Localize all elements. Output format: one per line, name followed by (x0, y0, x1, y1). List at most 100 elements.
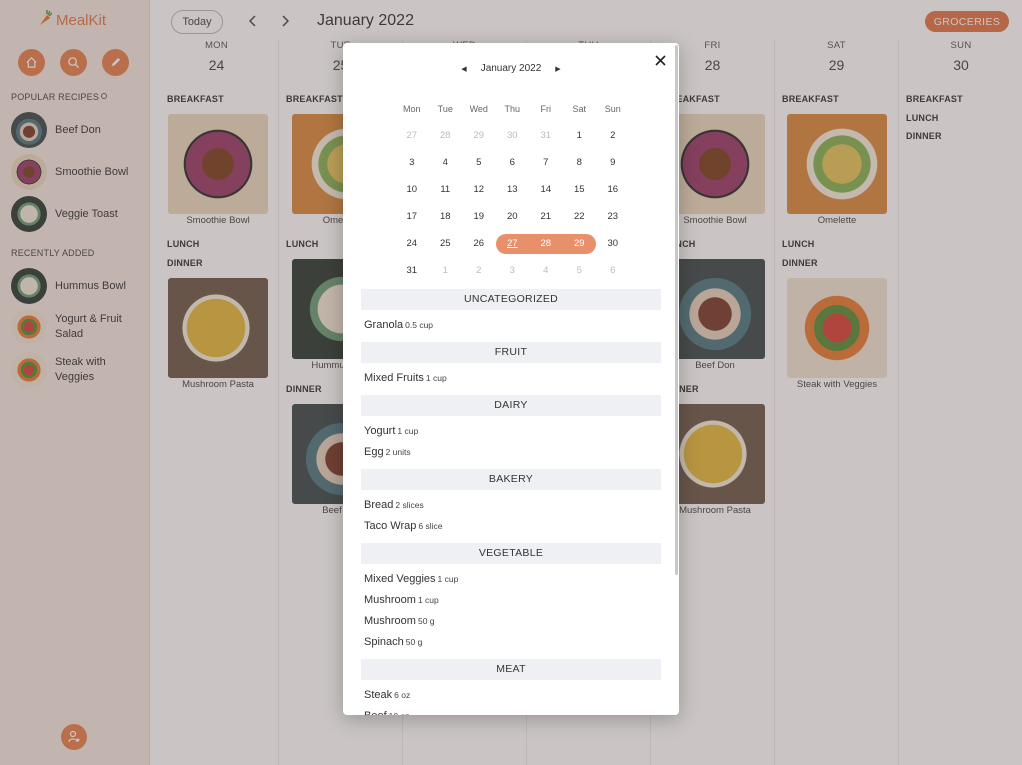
calendar-week-row: 27 28 29 30 31 1 2 (395, 122, 630, 149)
calendar-day[interactable]: 31 (529, 126, 563, 146)
grocery-item[interactable]: Yogurt 1 cup (361, 421, 661, 442)
weekday-label: Fri (540, 103, 552, 114)
calendar-day[interactable]: 28 (429, 126, 463, 146)
grocery-item-quantity: 10 oz (389, 711, 410, 715)
grocery-item-quantity: 50 g (417, 616, 435, 626)
grocery-item-name: Taco Wrap (364, 520, 417, 532)
calendar-day[interactable]: 22 (563, 207, 597, 227)
calendar-day[interactable]: 1 (429, 261, 463, 281)
grocery-item-name: Yogurt (364, 425, 396, 437)
prev-month-button[interactable]: ◀ (461, 65, 466, 73)
category-header: UNCATEGORIZED (361, 289, 661, 310)
calendar-day[interactable]: 27 (495, 233, 529, 254)
weekday-label: Sun (604, 103, 621, 114)
calendar-day[interactable]: 2 (462, 261, 496, 281)
grocery-item-quantity: 50 g (405, 637, 423, 647)
groceries-modal: ◀ January 2022 ▶ Mon Tue Wed Thu Fri Sat… (343, 43, 679, 715)
grocery-item-quantity: 1 cup (437, 574, 459, 584)
calendar-day[interactable]: 25 (429, 234, 463, 254)
calendar-day[interactable]: 6 (496, 153, 530, 173)
grocery-item[interactable]: Beef10 oz (361, 706, 661, 715)
grocery-item-name: Steak (364, 689, 393, 701)
grocery-item-quantity: 0.5 cup (405, 320, 434, 330)
calendar-day[interactable]: 17 (395, 207, 429, 227)
calendar-day[interactable]: 31 (395, 261, 429, 281)
next-month-button[interactable]: ▶ (555, 65, 560, 73)
grocery-item[interactable]: Taco Wrap 6 slice (361, 516, 661, 537)
calendar-day[interactable]: 28 (529, 233, 563, 254)
grocery-item[interactable]: Mixed Veggies 1 cup (361, 569, 661, 590)
calendar-day[interactable]: 23 (596, 207, 630, 227)
calendar-day[interactable]: 11 (429, 180, 463, 200)
weekday-label: Mon (402, 103, 421, 114)
grocery-item[interactable]: Steak 6 oz (361, 685, 661, 706)
calendar-day[interactable]: 21 (529, 207, 563, 227)
calendar-day[interactable]: 13 (496, 180, 530, 200)
grocery-item[interactable]: Mixed Fruits 1 cup (361, 368, 661, 389)
grocery-item-name: Granola (364, 319, 404, 331)
grocery-item-quantity: 1 cup (425, 373, 447, 383)
grocery-item-quantity: 6 slice (418, 521, 443, 531)
scrollbar[interactable] (675, 45, 678, 575)
calendar-week-row: 10 11 12 13 14 15 16 (395, 176, 630, 203)
calendar-day[interactable]: 3 (496, 261, 530, 281)
calendar-day[interactable]: 12 (462, 180, 496, 200)
grocery-item-name: Mushroom (364, 615, 416, 627)
grocery-item-name: Egg (364, 446, 384, 458)
mini-calendar-month: January 2022 (480, 63, 542, 74)
grocery-item[interactable]: Mushroom 1 cup (361, 590, 661, 611)
category-header: FRUIT (361, 342, 661, 363)
grocery-item-name: Mixed Fruits (364, 372, 424, 384)
calendar-day[interactable]: 15 (563, 180, 597, 200)
calendar-day[interactable]: 14 (529, 180, 563, 200)
grocery-item-name: Mixed Veggies (364, 573, 436, 585)
weekday-label: Tue (437, 103, 453, 114)
calendar-day[interactable]: 29 (462, 126, 496, 146)
grocery-item-quantity: 1 cup (417, 595, 439, 605)
grocery-item-name: Mushroom (364, 594, 416, 606)
grocery-item[interactable]: Granola 0.5 cup (361, 315, 661, 336)
weekday-label: Sat (572, 103, 586, 114)
calendar-day[interactable]: 3 (395, 153, 429, 173)
calendar-day[interactable]: 24 (395, 234, 429, 254)
calendar-day[interactable]: 4 (429, 153, 463, 173)
calendar-day[interactable]: 5 (563, 261, 597, 281)
mini-calendar-header: ◀ January 2022 ▶ (343, 63, 679, 74)
calendar-day[interactable]: 9 (596, 153, 630, 173)
calendar-day[interactable]: 2 (596, 126, 630, 146)
grocery-item-quantity: 2 slices (395, 500, 424, 510)
calendar-day[interactable]: 19 (462, 207, 496, 227)
calendar-week-row: 31 1 2 3 4 5 6 (395, 257, 630, 284)
calendar-day[interactable]: 20 (496, 207, 530, 227)
grocery-item-quantity: 2 units (385, 447, 411, 457)
calendar-day[interactable]: 4 (529, 261, 563, 281)
calendar-day[interactable]: 16 (596, 180, 630, 200)
category-header: VEGETABLE (361, 543, 661, 564)
calendar-day[interactable]: 27 (395, 126, 429, 146)
calendar-day[interactable]: 30 (596, 234, 630, 254)
calendar-day[interactable]: 18 (429, 207, 463, 227)
category-header: BAKERY (361, 469, 661, 490)
calendar-day[interactable]: 8 (563, 153, 597, 173)
calendar-week-row: 24 25 26 27 28 29 30 (395, 230, 630, 257)
grocery-item[interactable]: Bread 2 slices (361, 495, 661, 516)
calendar-week-row: 3456789 (395, 149, 630, 176)
calendar-day[interactable]: 26 (462, 234, 496, 254)
grocery-item-name: Spinach (364, 636, 404, 648)
grocery-item-quantity: 1 cup (397, 426, 419, 436)
calendar-day[interactable]: 7 (529, 153, 563, 173)
calendar-day[interactable]: 10 (395, 180, 429, 200)
calendar-day[interactable]: 1 (563, 126, 597, 146)
calendar-day[interactable]: 30 (496, 126, 530, 146)
calendar-day[interactable]: 6 (596, 261, 630, 281)
grocery-item[interactable]: Spinach 50 g (361, 632, 661, 653)
calendar-day[interactable]: 5 (462, 153, 496, 173)
grocery-item[interactable]: Egg 2 units (361, 442, 661, 463)
weekday-label: Thu (504, 103, 520, 114)
calendar-day[interactable]: 29 (562, 233, 596, 254)
mini-calendar: Mon Tue Wed Thu Fri Sat Sun 27 28 29 30 31 1 2… (395, 95, 630, 284)
grocery-item-name: Bread (364, 499, 394, 511)
category-header: DAIRY (361, 395, 661, 416)
grocery-item[interactable]: Mushroom 50 g (361, 611, 661, 632)
weekday-label: Wed (469, 103, 488, 114)
